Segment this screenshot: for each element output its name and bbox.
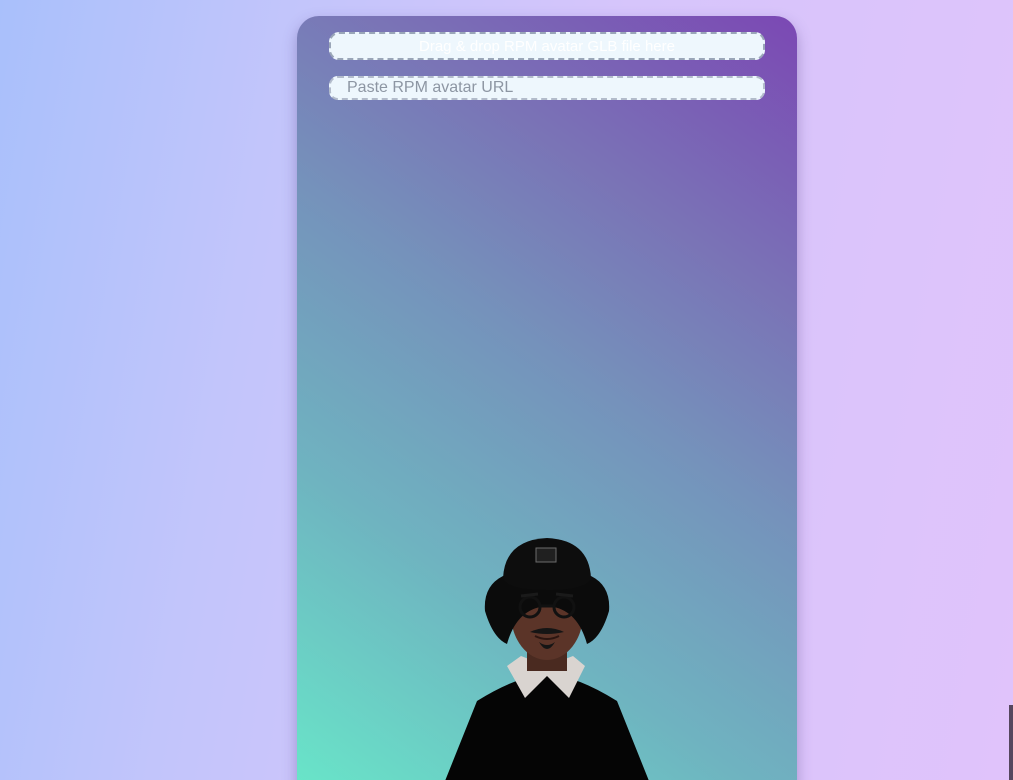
avatar-url-input[interactable] <box>329 76 765 100</box>
avatar-card: Drag & drop RPM avatar GLB file here <box>297 16 797 780</box>
drop-zone-label: Drag & drop RPM avatar GLB file here <box>419 37 675 55</box>
avatar-3d-viewer[interactable] <box>377 516 717 780</box>
glb-drop-zone[interactable]: Drag & drop RPM avatar GLB file here <box>329 32 765 60</box>
avatar-hat-crown <box>503 538 591 590</box>
avatar-hat-badge <box>535 547 557 563</box>
avatar-torso <box>445 674 649 780</box>
window-edge <box>1009 705 1013 780</box>
